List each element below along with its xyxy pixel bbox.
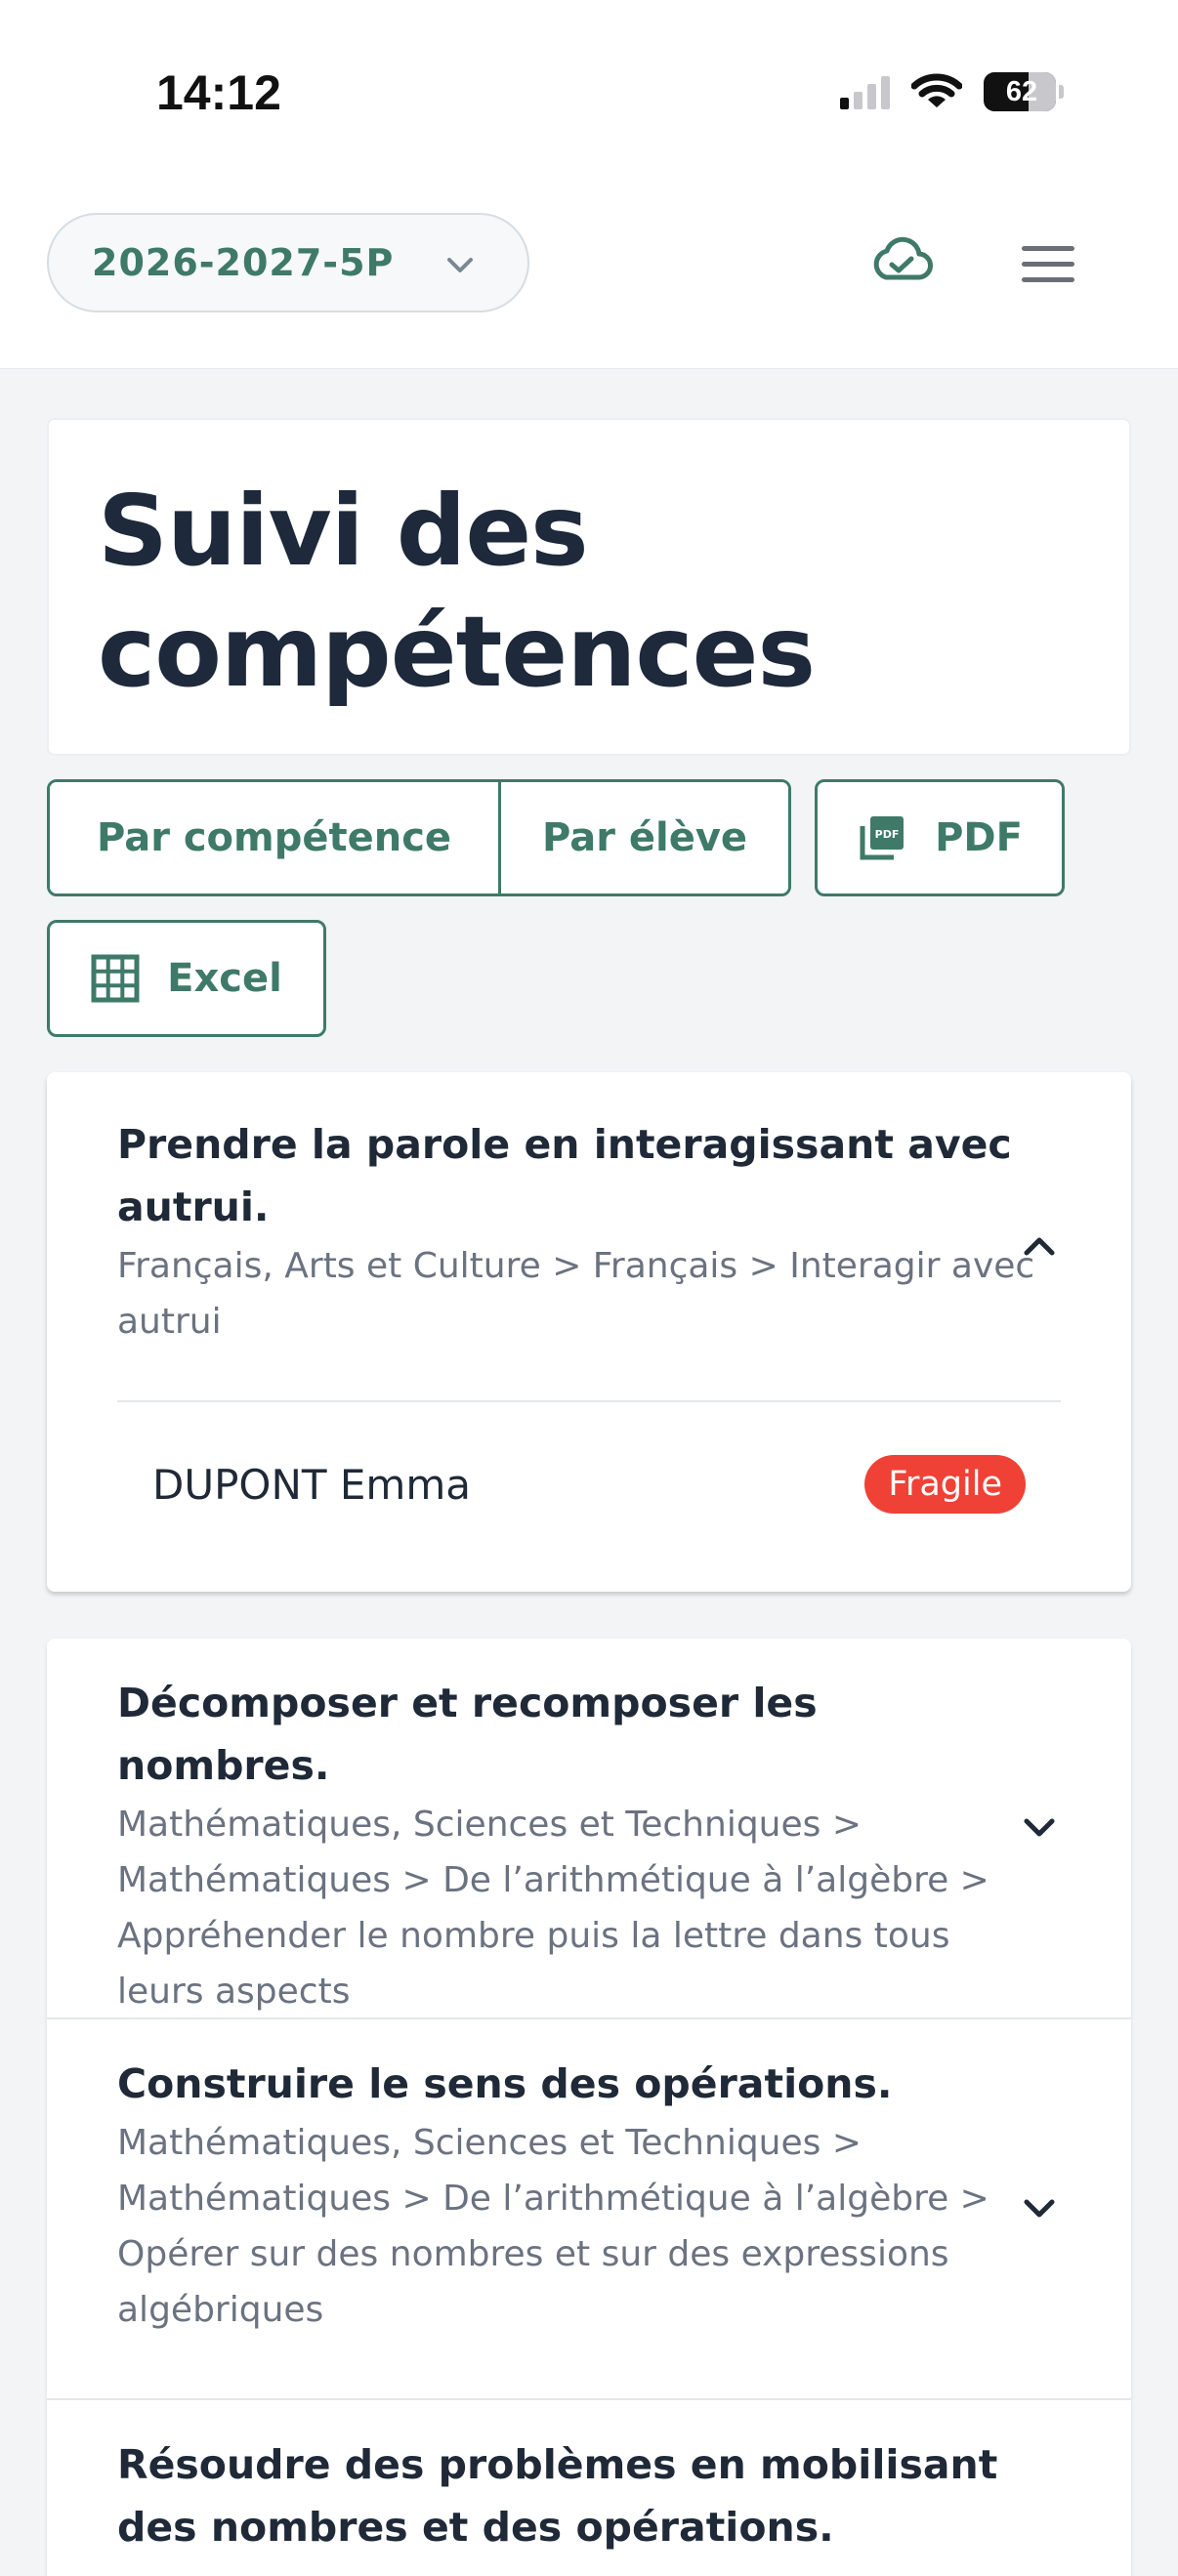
- export-excel-button[interactable]: Excel: [47, 920, 326, 1037]
- battery-icon: 62: [984, 72, 1056, 111]
- menu-icon[interactable]: [1020, 244, 1076, 283]
- status-time: 14:12: [156, 65, 281, 120]
- wifi-icon: [911, 73, 962, 107]
- chevron-down-icon[interactable]: [1018, 2187, 1061, 2230]
- competence-text: Décomposer et recomposer les nombres. Ma…: [117, 1672, 1035, 2019]
- student-row[interactable]: DUPONT Emma Fragile: [152, 1435, 1026, 1533]
- list-item[interactable]: Décomposer et recomposer les nombres. Ma…: [47, 1639, 1131, 2019]
- competence-title: Prendre la parole en interagissant avec …: [117, 1121, 1012, 1230]
- cellular-signal-icon: [840, 74, 890, 109]
- competence-header[interactable]: Prendre la parole en interagissant avec …: [117, 1113, 1035, 1350]
- view-by-competence-button[interactable]: Par compétence: [50, 782, 501, 893]
- status-badge: Fragile: [864, 1455, 1026, 1514]
- cloud-check-icon[interactable]: [869, 234, 934, 283]
- competence-title: Construire le sens des opérations.: [117, 2060, 893, 2107]
- divider: [117, 1400, 1061, 1402]
- competence-title: Résoudre des problèmes en mobilisant des…: [117, 2441, 998, 2551]
- export-excel-label: Excel: [167, 956, 282, 1001]
- competence-card-expanded: Prendre la parole en interagissant avec …: [47, 1072, 1131, 1592]
- student-name: DUPONT Emma: [152, 1460, 471, 1509]
- view-toggle: Par compétence Par élève: [47, 779, 791, 896]
- table-grid-icon: [91, 954, 140, 1003]
- export-pdf-label: PDF: [935, 815, 1023, 860]
- list-item[interactable]: Construire le sens des opérations. Mathé…: [47, 2019, 1131, 2400]
- competence-path: Français, Arts et Culture > Français > I…: [117, 1246, 1035, 1342]
- export-pdf-button[interactable]: PDF PDF: [815, 779, 1065, 896]
- competence-text: Construire le sens des opérations. Mathé…: [117, 2053, 1035, 2338]
- battery-cap: [1059, 85, 1064, 99]
- chevron-down-icon[interactable]: [1018, 1807, 1061, 1849]
- pdf-icon: PDF: [860, 816, 905, 860]
- competence-path: Mathématiques, Sciences et Techniques > …: [117, 2123, 989, 2330]
- app-header: 14:12 62 2026-2027-5P: [0, 0, 1178, 369]
- competence-title: Décomposer et recomposer les nombres.: [117, 1680, 818, 1789]
- competence-path: Mathématiques, Sciences et Techniques > …: [117, 1805, 989, 2012]
- svg-text:PDF: PDF: [875, 828, 900, 841]
- page-title: Suivi des compétences: [98, 474, 816, 709]
- class-selector[interactable]: 2026-2027-5P: [47, 213, 529, 312]
- class-selector-label: 2026-2027-5P: [92, 241, 395, 284]
- view-by-student-button[interactable]: Par élève: [501, 782, 788, 893]
- status-icons: 62: [840, 72, 1064, 111]
- page-title-card: Suivi des compétences: [47, 418, 1131, 756]
- chevron-up-icon[interactable]: [1018, 1225, 1061, 1267]
- chevron-down-icon: [447, 258, 473, 272]
- list-item[interactable]: Résoudre des problèmes en mobilisant des…: [47, 2400, 1131, 2576]
- battery-level: 62: [1005, 75, 1038, 107]
- competence-list: Décomposer et recomposer les nombres. Ma…: [47, 1639, 1131, 2576]
- competence-text: Résoudre des problèmes en mobilisant des…: [117, 2433, 1035, 2558]
